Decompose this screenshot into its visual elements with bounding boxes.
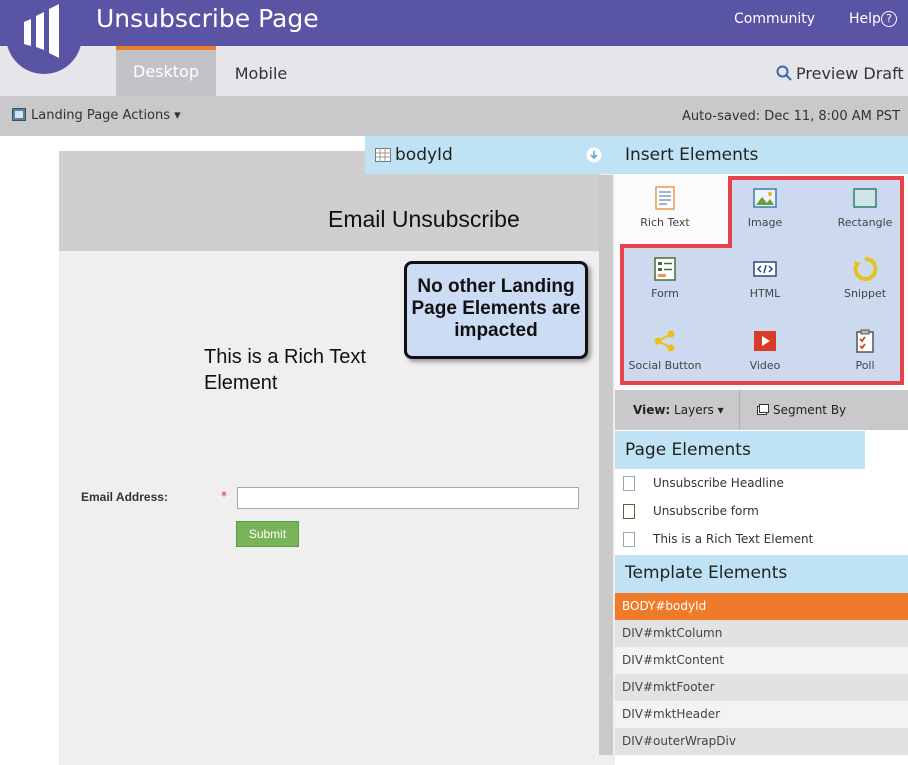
help-link[interactable]: Help [849, 11, 881, 27]
landing-page-actions-menu[interactable]: Landing Page Actions ▾ [12, 108, 181, 123]
document-icon [623, 532, 635, 547]
rich-text-element[interactable]: This is a Rich Text Element [204, 344, 424, 396]
template-element-row[interactable]: BODY#bodyId [615, 593, 908, 620]
email-field[interactable] [237, 487, 579, 509]
insert-item-label: Video [749, 359, 781, 372]
insert-html[interactable]: HTML [717, 257, 813, 300]
segment-by-button[interactable]: Segment By [757, 403, 846, 417]
unsubscribe-headline[interactable]: Email Unsubscribe [328, 206, 520, 233]
page-elements-title: Page Elements [625, 440, 751, 460]
template-element-row[interactable]: DIV#outerWrapDiv [615, 728, 908, 755]
html-icon [753, 261, 777, 277]
page-element-item[interactable]: Unsubscribe form [623, 504, 759, 519]
template-elements-title: Template Elements [625, 563, 788, 583]
download-arrow-icon[interactable] [586, 147, 602, 163]
insert-image[interactable]: Image [717, 186, 813, 229]
view-prefix: View: [633, 403, 671, 417]
community-link[interactable]: Community [734, 11, 815, 27]
poll-icon [856, 329, 874, 353]
page-element-item[interactable]: Unsubscribe Headline [623, 476, 784, 491]
preview-draft-button[interactable]: Preview Draft [776, 64, 904, 83]
page-element-label: This is a Rich Text Element [653, 532, 814, 546]
insert-form[interactable]: Form [617, 257, 713, 300]
page-element-label: Unsubscribe form [653, 504, 759, 518]
image-icon [753, 188, 777, 208]
submit-button[interactable]: Submit [236, 521, 299, 547]
preview-draft-label: Preview Draft [796, 64, 904, 83]
insert-social-button[interactable]: Social Button [617, 329, 713, 372]
insert-rich-text[interactable]: Rich Text [617, 186, 713, 229]
page-element-label: Unsubscribe Headline [653, 476, 784, 490]
insert-item-label: HTML [749, 287, 781, 300]
template-element-row[interactable]: DIV#mktFooter [615, 674, 908, 701]
tab-desktop[interactable]: Desktop [116, 46, 216, 96]
snippet-icon [853, 257, 877, 281]
autosave-status: Auto-saved: Dec 11, 8:00 AM PST [682, 109, 901, 124]
help-icon[interactable]: ? [881, 11, 897, 27]
logo-bars-icon [24, 4, 59, 58]
magnifier-icon [776, 65, 792, 81]
selected-element-label: bodyId [395, 145, 453, 165]
email-address-label: Email Address: [81, 490, 168, 504]
table-icon [375, 148, 391, 162]
marketo-logo[interactable] [6, 0, 82, 74]
insert-snippet[interactable]: Snippet [817, 257, 908, 300]
insert-elements-title: Insert Elements [625, 145, 759, 165]
view-divider [739, 390, 740, 430]
view-layers-dropdown[interactable]: View: Layers ▾ [633, 403, 724, 417]
form-icon [654, 257, 676, 281]
insert-item-label: Rectangle [837, 216, 893, 229]
view-value: Layers ▾ [674, 403, 724, 417]
rectangle-icon [853, 188, 877, 208]
page-element-item[interactable]: This is a Rich Text Element [623, 532, 813, 547]
template-element-row[interactable]: DIV#mktHeader [615, 701, 908, 728]
landing-page-actions-label: Landing Page Actions ▾ [31, 108, 181, 123]
template-element-row[interactable]: DIV#mktColumn [615, 620, 908, 647]
page-icon [12, 108, 26, 121]
rich-text-icon [655, 186, 675, 210]
insert-rectangle[interactable]: Rectangle [817, 186, 908, 229]
insert-video[interactable]: Video [717, 329, 813, 372]
segment-icon [757, 404, 769, 415]
segment-by-label: Segment By [773, 403, 847, 417]
social-button-icon [654, 330, 675, 352]
insert-item-label: Form [651, 287, 679, 300]
video-icon [754, 331, 776, 351]
document-icon [623, 476, 635, 491]
insert-item-label: Social Button [628, 359, 702, 372]
insert-item-label: Rich Text [640, 216, 690, 229]
insert-item-label: Image [747, 216, 783, 229]
insert-poll[interactable]: Poll [817, 329, 908, 372]
insert-item-label: Snippet [843, 287, 887, 300]
required-marker: * [221, 489, 227, 503]
template-element-row[interactable]: DIV#mktContent [615, 647, 908, 674]
form-icon [623, 504, 635, 519]
callout-note: No other Landing Page Elements are impac… [404, 261, 588, 359]
tab-mobile[interactable]: Mobile [216, 46, 306, 96]
canvas-scrollbar[interactable] [599, 175, 613, 755]
page-title: Unsubscribe Page [96, 4, 319, 33]
insert-item-label: Poll [855, 359, 875, 372]
